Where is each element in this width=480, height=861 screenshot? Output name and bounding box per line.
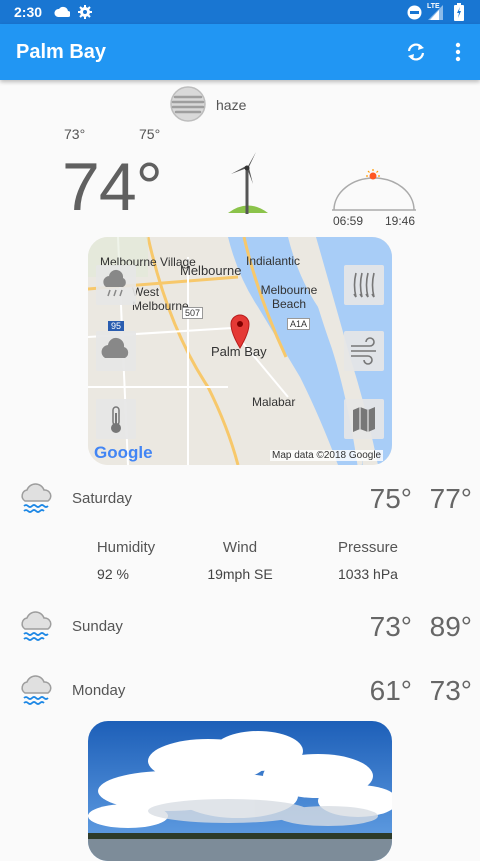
signal-icon bbox=[428, 5, 443, 20]
rain-cloud-icon bbox=[21, 675, 52, 705]
map-pin-icon[interactable] bbox=[229, 313, 251, 349]
forecast-high: 77° bbox=[429, 483, 472, 514]
sky-photo-image bbox=[88, 721, 392, 861]
temp-min: 73° bbox=[64, 126, 86, 142]
sun-arc-icon bbox=[332, 169, 416, 211]
google-logo: Google bbox=[94, 443, 153, 462]
temp-max: 75° bbox=[139, 126, 161, 142]
pressure-label: Pressure bbox=[337, 539, 399, 556]
wind-label: Wind bbox=[222, 539, 258, 556]
forecast-day: Sunday bbox=[72, 618, 123, 635]
refresh-icon[interactable] bbox=[404, 40, 428, 64]
map-type-button[interactable] bbox=[344, 399, 384, 439]
weather-map[interactable]: Melbourne Village Melbourne Indialantic … bbox=[88, 237, 392, 465]
humidity-label: Humidity bbox=[96, 539, 156, 556]
wind-layer-icon bbox=[351, 337, 376, 365]
forecast-day: Saturday bbox=[72, 490, 133, 507]
humidity-value: 92 % bbox=[97, 566, 129, 582]
map-label: West Melbourne bbox=[132, 285, 189, 313]
rain-layer-button[interactable] bbox=[96, 265, 136, 305]
rain-layer-icon bbox=[353, 272, 375, 298]
settings-icon bbox=[78, 5, 92, 19]
wind-turbine-icon bbox=[228, 152, 268, 214]
sunset-time: 19:46 bbox=[385, 214, 416, 228]
battery-icon bbox=[454, 3, 464, 21]
map-label: Melbourne bbox=[180, 263, 242, 278]
rain-cloud-icon bbox=[21, 483, 52, 513]
temperature-layer-button[interactable] bbox=[96, 399, 136, 439]
condition-text: haze bbox=[216, 97, 247, 113]
map-label: 95 bbox=[108, 321, 125, 331]
cloud-layer-button[interactable] bbox=[96, 331, 136, 371]
cloud-notification-icon bbox=[54, 6, 70, 17]
wind-map-button[interactable] bbox=[344, 331, 384, 371]
forecast-low: 75° bbox=[369, 483, 412, 514]
forecast-day: Monday bbox=[72, 682, 126, 699]
sunrise-time: 06:59 bbox=[333, 214, 364, 228]
app-bar: Palm Bay bbox=[0, 24, 480, 80]
rain-cloud-layer-icon bbox=[103, 269, 126, 297]
rain-cloud-icon bbox=[21, 611, 52, 641]
forecast-high: 89° bbox=[429, 611, 472, 642]
wind-value: 19mph SE bbox=[207, 566, 273, 582]
haze-icon bbox=[170, 86, 206, 122]
map-label: 507 bbox=[182, 307, 204, 319]
thermometer-icon bbox=[111, 406, 121, 433]
more-vert-icon[interactable] bbox=[446, 40, 470, 64]
dnd-icon bbox=[407, 5, 422, 20]
pressure-value: 1033 hPa bbox=[338, 566, 398, 582]
map-layer-icon bbox=[353, 407, 375, 432]
forecast-high: 73° bbox=[429, 675, 472, 706]
map-label: Malabar bbox=[252, 395, 296, 409]
map-attribution: Map data ©2018 Google bbox=[270, 450, 384, 461]
forecast-low: 73° bbox=[369, 611, 412, 642]
map-label: Indialantic bbox=[246, 254, 301, 268]
map-label: A1A bbox=[287, 318, 311, 330]
sky-photo bbox=[88, 721, 392, 861]
cloud-layer-icon bbox=[101, 337, 129, 358]
map-label: Melbourne Beach bbox=[260, 283, 318, 311]
current-temp: 74° bbox=[62, 149, 163, 225]
status-time: 2:30 bbox=[14, 4, 43, 20]
status-bar: 2:30 LTE bbox=[0, 0, 480, 24]
city-title: Palm Bay bbox=[16, 41, 107, 63]
forecast-low: 61° bbox=[369, 675, 412, 706]
rain-map-button[interactable] bbox=[344, 265, 384, 305]
